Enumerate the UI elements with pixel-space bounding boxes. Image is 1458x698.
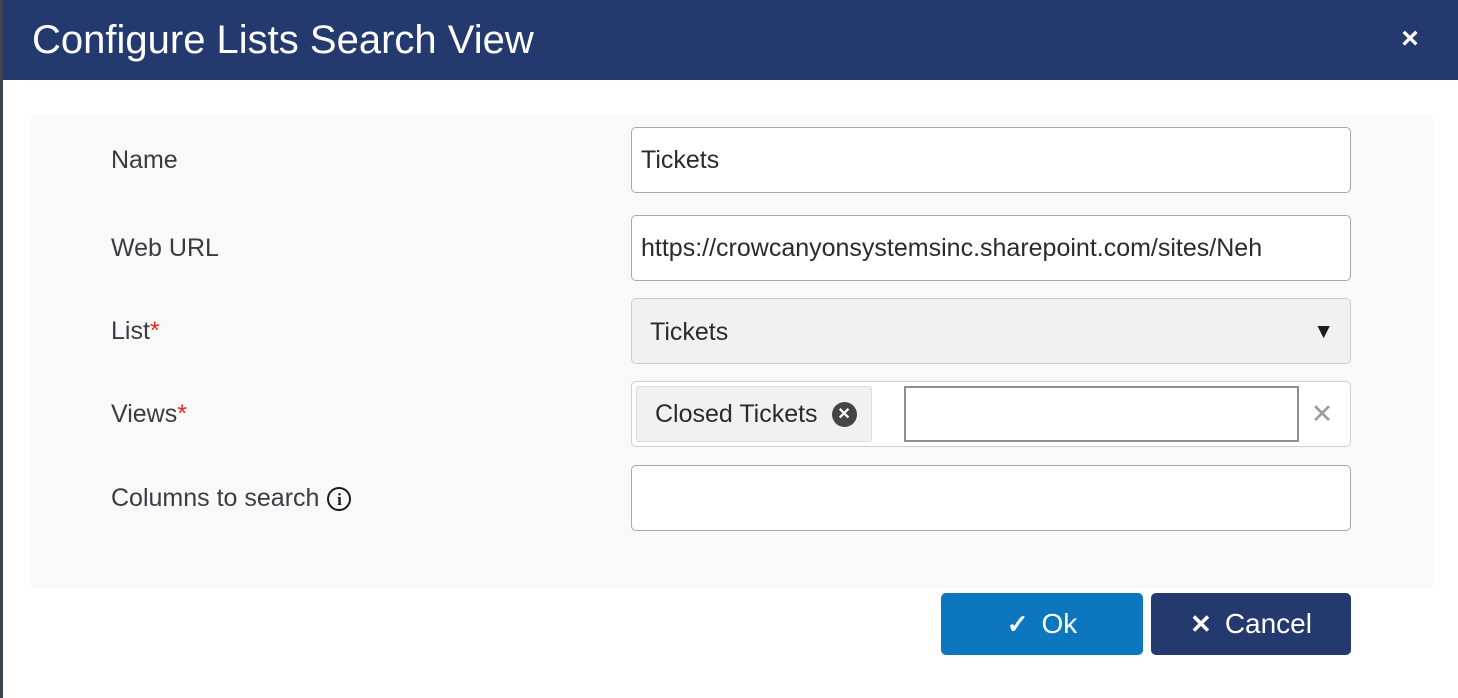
form-row-views: Views* Closed Tickets ✕ ✕ [31, 381, 1433, 447]
dialog-footer: ✓ Ok ✕ Cancel [3, 588, 1458, 698]
label-views: Views* [111, 381, 187, 447]
control-views: Closed Tickets ✕ ✕ [631, 381, 1351, 447]
form-row-web-url: Web URL [31, 215, 1433, 281]
label-name-text: Name [111, 146, 178, 174]
label-list: List* [111, 298, 160, 364]
label-columns-to-search: Columns to search i [111, 465, 352, 531]
views-chip: Closed Tickets ✕ [636, 386, 872, 442]
ok-button-label: Ok [1041, 608, 1078, 639]
control-columns-to-search [631, 465, 1351, 531]
ok-button[interactable]: ✓ Ok [941, 593, 1143, 655]
cross-icon: ✕ [1190, 609, 1212, 639]
cancel-button[interactable]: ✕ Cancel [1151, 593, 1351, 655]
control-name [631, 127, 1351, 193]
label-name: Name [111, 127, 178, 193]
control-list: Tickets ▼ [631, 298, 1351, 364]
list-select-value: Tickets [650, 318, 729, 346]
chip-remove-icon[interactable]: ✕ [831, 401, 857, 427]
form-row-list: List* Tickets ▼ [31, 298, 1433, 364]
clear-icon[interactable]: ✕ [1302, 382, 1342, 446]
views-search-input[interactable] [904, 386, 1299, 442]
views-chip-label: Closed Tickets [655, 399, 818, 428]
views-multiselect[interactable]: Closed Tickets ✕ ✕ [631, 381, 1351, 447]
dialog-header: Configure Lists Search View × [3, 0, 1458, 80]
label-list-text: List [111, 317, 150, 345]
web-url-input[interactable] [631, 215, 1351, 281]
form-row-columns-to-search: Columns to search i [31, 465, 1433, 531]
name-input[interactable] [631, 127, 1351, 193]
required-asterisk-list: * [149, 317, 160, 345]
form-row-name: Name [31, 127, 1433, 193]
form-panel: Name Web URL List* Tickets ▼ [31, 115, 1433, 588]
control-web-url [631, 215, 1351, 281]
configure-lists-search-view-dialog: Configure Lists Search View × Name Web U… [0, 0, 1458, 698]
cancel-button-label: Cancel [1224, 608, 1312, 639]
columns-to-search-input[interactable] [631, 465, 1351, 531]
chevron-down-icon: ▼ [1313, 320, 1334, 343]
list-select[interactable]: Tickets ▼ [631, 298, 1351, 364]
dialog-title: Configure Lists Search View [32, 18, 534, 62]
label-views-text: Views [111, 400, 178, 428]
check-icon: ✓ [1006, 609, 1029, 639]
label-web-url: Web URL [111, 215, 219, 281]
required-asterisk-views: * [177, 400, 187, 428]
info-icon[interactable]: i [327, 487, 352, 511]
label-web-url-text: Web URL [111, 234, 219, 262]
label-columns-to-search-text: Columns to search [111, 484, 320, 512]
close-icon[interactable]: × [1389, 18, 1431, 60]
